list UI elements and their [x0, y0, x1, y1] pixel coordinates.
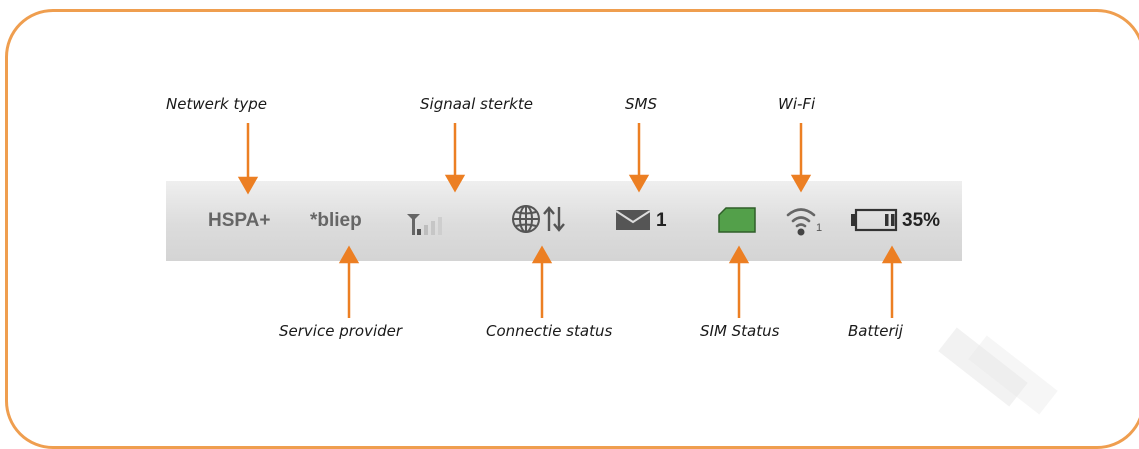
- callout-arrows: [237, 123, 903, 318]
